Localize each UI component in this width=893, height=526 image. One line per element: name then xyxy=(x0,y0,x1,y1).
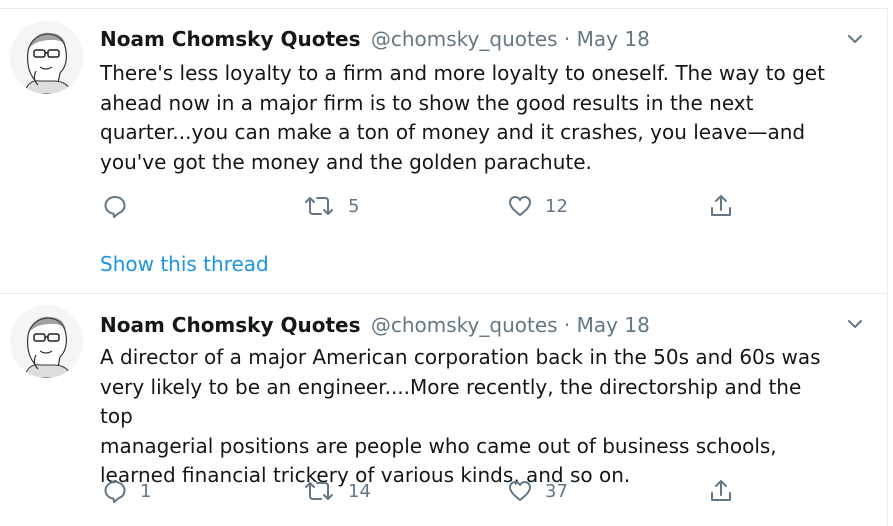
share-icon xyxy=(711,480,731,501)
like-count: 12 xyxy=(545,195,568,217)
heart-icon xyxy=(509,196,531,216)
tweet-text-line: you've got the money and the golden para… xyxy=(100,149,592,174)
tweet-text-line: ahead now in a major firm is to show the… xyxy=(100,90,754,115)
chevron-down-icon[interactable] xyxy=(845,29,865,49)
show-thread-link[interactable]: Show this thread xyxy=(100,251,269,277)
avatar-illustration-icon xyxy=(10,21,83,94)
reply-button[interactable]: 1 xyxy=(102,476,151,506)
tweet-text-line: There's less loyalty to a firm and more … xyxy=(100,61,825,85)
reply-button[interactable] xyxy=(102,191,140,221)
tweet-actions: 5 12 xyxy=(100,191,750,221)
author-handle[interactable]: @chomsky_quotes xyxy=(371,27,558,51)
author-name[interactable]: Noam Chomsky Quotes xyxy=(100,313,361,337)
like-button[interactable]: 12 xyxy=(507,191,568,221)
separator: · xyxy=(563,313,571,337)
tweet-actions: 1 14 37 xyxy=(100,476,750,506)
tweet-text-line: A director of a major American corporati… xyxy=(100,345,821,369)
tweet-text: A director of a major American corporati… xyxy=(100,343,840,491)
like-count: 37 xyxy=(545,480,568,502)
retweet-icon xyxy=(305,482,333,500)
author-handle[interactable]: @chomsky_quotes xyxy=(371,313,558,337)
retweet-icon xyxy=(305,197,333,215)
tweet-text: There's less loyalty to a firm and more … xyxy=(100,59,840,177)
tweet-date[interactable]: May 18 xyxy=(577,313,650,337)
tweet-header: Noam Chomsky Quotes @chomsky_quotes · Ma… xyxy=(100,312,650,338)
chevron-down-icon[interactable] xyxy=(845,314,865,334)
retweet-button[interactable]: 14 xyxy=(302,476,371,506)
avatar-illustration-icon xyxy=(10,305,83,378)
tweet[interactable]: Noam Chomsky Quotes @chomsky_quotes · Ma… xyxy=(0,8,888,293)
retweet-count: 5 xyxy=(348,195,360,217)
share-icon xyxy=(711,195,731,216)
share-button[interactable] xyxy=(708,191,734,221)
avatar[interactable] xyxy=(10,305,83,378)
author-name[interactable]: Noam Chomsky Quotes xyxy=(100,27,361,51)
tweet-date[interactable]: May 18 xyxy=(577,27,650,51)
tweet-text-line: quarter...you can make a ton of money an… xyxy=(100,120,806,144)
like-button[interactable]: 37 xyxy=(507,476,568,506)
avatar[interactable] xyxy=(10,21,83,94)
retweet-count: 14 xyxy=(348,480,371,502)
reply-count: 1 xyxy=(140,480,152,502)
tweet-text-line: managerial positions are people who came… xyxy=(100,433,777,458)
separator: · xyxy=(563,27,571,51)
reply-icon xyxy=(104,481,126,503)
tweet-header: Noam Chomsky Quotes @chomsky_quotes · Ma… xyxy=(100,26,650,52)
share-button[interactable] xyxy=(708,476,734,506)
retweet-button[interactable]: 5 xyxy=(302,191,359,221)
tweet[interactable]: Noam Chomsky Quotes @chomsky_quotes · Ma… xyxy=(0,293,888,526)
reply-icon xyxy=(104,196,126,218)
heart-icon xyxy=(509,481,531,501)
tweet-text-line: very likely to be an engineer....More re… xyxy=(100,374,802,429)
